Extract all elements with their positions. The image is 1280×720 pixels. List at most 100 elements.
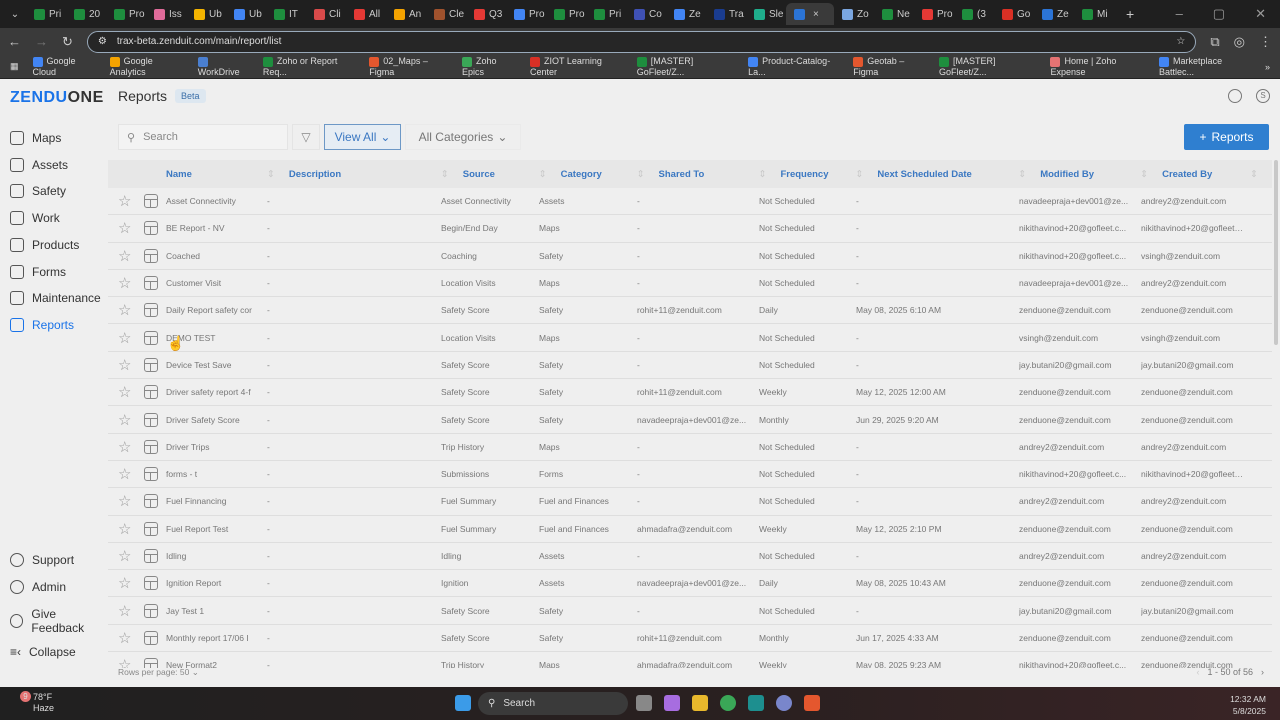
profile-icon[interactable]: ◎: [1234, 34, 1245, 50]
favorite-star-icon[interactable]: ☆: [108, 329, 144, 347]
table-row[interactable]: ☆ forms - t - Submissions Forms - Not Schedule…: [108, 461, 1272, 489]
browser-tab[interactable]: All: [346, 3, 386, 25]
next-page-icon[interactable]: ›: [1261, 667, 1264, 677]
tab-search-button[interactable]: ⌄: [4, 9, 26, 20]
browser-tab[interactable]: Sle: [746, 3, 786, 25]
sort-icon[interactable]: ⇕: [855, 169, 863, 180]
search-input[interactable]: ⚲ Search: [118, 124, 288, 150]
reload-icon[interactable]: ↻: [62, 34, 73, 50]
sidebar-item-maintenance[interactable]: Maintenance: [10, 291, 101, 306]
favorite-star-icon[interactable]: ☆: [108, 219, 144, 237]
collapse-button[interactable]: ≡‹ Collapse: [10, 645, 76, 659]
more-bookmarks-button[interactable]: »: [1265, 62, 1270, 72]
categories-dropdown[interactable]: All Categories ⌄: [405, 124, 521, 150]
cell-name[interactable]: BE Report - NV: [166, 223, 267, 233]
browser-tab[interactable]: Ne: [874, 3, 914, 25]
favorite-star-icon[interactable]: ☆: [108, 247, 144, 265]
bookmark-star-icon[interactable]: ☆: [1176, 36, 1185, 47]
table-row[interactable]: ☆ BE Report - NV - Begin/End Day Maps - Not Sc…: [108, 215, 1272, 243]
avatar[interactable]: S: [1256, 89, 1270, 103]
sort-icon[interactable]: ⇕: [1018, 169, 1026, 180]
table-row[interactable]: ☆ Ignition Report - Ignition Assets navadeepr…: [108, 570, 1272, 598]
bookmark-item[interactable]: Zoho Epics: [462, 56, 516, 77]
add-report-button[interactable]: + Reports: [1184, 124, 1269, 150]
column-header[interactable]: Shared To ⇕: [659, 169, 781, 180]
table-scrollbar[interactable]: [1274, 160, 1278, 345]
column-header[interactable]: Next Scheduled Date ⇕: [877, 169, 1040, 180]
browser-tab[interactable]: Cli: [306, 3, 346, 25]
sidebar-item-admin[interactable]: Admin: [10, 580, 66, 594]
table-row[interactable]: ☆ Fuel Report Test - Fuel Summary Fuel and F…: [108, 516, 1272, 543]
browser-tab[interactable]: Pro: [506, 3, 546, 25]
bookmark-item[interactable]: Home | Zoho Expense: [1050, 56, 1145, 77]
browser-tab[interactable]: Ze: [1034, 3, 1074, 25]
table-row[interactable]: ☆ DEMO TEST - Location Visits Maps - Not Sched…: [108, 324, 1272, 352]
cell-name[interactable]: Monthly report 17/06 I: [166, 633, 267, 643]
favorite-star-icon[interactable]: ☆: [108, 547, 144, 565]
column-header[interactable]: Name ⇕: [166, 169, 289, 180]
filter-button[interactable]: ▽: [292, 124, 320, 150]
sidebar-item-products[interactable]: Products: [10, 237, 79, 252]
url-input[interactable]: ⚙ trax-beta.zenduit.com/main/report/list ☆: [86, 30, 1197, 53]
browser-tab[interactable]: Mi: [1074, 3, 1114, 25]
sort-icon[interactable]: ⇕: [539, 169, 547, 180]
sidebar-item-maps[interactable]: Maps: [10, 131, 61, 145]
sort-icon[interactable]: ⇕: [441, 169, 449, 180]
view-all-dropdown[interactable]: View All ⌄: [324, 124, 401, 150]
sidebar-item-work[interactable]: Work: [10, 211, 60, 226]
favorite-star-icon[interactable]: ☆: [108, 574, 144, 592]
table-row[interactable]: ☆ Driver Trips - Trip History Maps - Not Sched…: [108, 434, 1272, 461]
windows-start-icon[interactable]: [455, 695, 471, 711]
sidebar-item-give-feedback[interactable]: Give Feedback: [10, 607, 108, 635]
close-tab-icon[interactable]: ×: [813, 9, 819, 20]
favorite-star-icon[interactable]: ☆: [108, 438, 144, 456]
favorite-star-icon[interactable]: ☆: [108, 492, 144, 510]
favorite-star-icon[interactable]: ☆: [108, 192, 144, 210]
cell-name[interactable]: Fuel Finnancing: [166, 496, 267, 506]
browser-tab[interactable]: Zo: [834, 3, 874, 25]
sort-icon[interactable]: ⇕: [758, 169, 766, 180]
sidebar-item-support[interactable]: Support: [10, 553, 74, 567]
favorite-star-icon[interactable]: ☆: [108, 629, 144, 647]
weather-widget[interactable]: 78°F Haze: [33, 692, 54, 714]
bookmark-item[interactable]: ZIOT Learning Center: [529, 56, 623, 77]
copilot-icon[interactable]: [664, 695, 680, 711]
zenduone-logo[interactable]: ZENDUONE: [10, 89, 104, 107]
table-row[interactable]: ☆ Monthly report 17/06 I - Safety Score Safe…: [108, 625, 1272, 653]
browser-tab[interactable]: Pro: [546, 3, 586, 25]
browser-tab[interactable]: Pri: [26, 3, 66, 25]
browser-tab[interactable]: Cle: [426, 3, 466, 25]
favorite-star-icon[interactable]: ☆: [108, 602, 144, 620]
sidebar-item-forms[interactable]: Forms: [10, 264, 66, 279]
favorite-star-icon[interactable]: ☆: [108, 301, 144, 319]
apps-icon[interactable]: ▦: [10, 61, 19, 72]
browser-tab[interactable]: Ub: [186, 3, 226, 25]
table-row[interactable]: ☆ Driver Safety Score - Safety Score Safety n…: [108, 406, 1272, 434]
column-header[interactable]: Category ⇕: [561, 169, 659, 180]
sort-icon[interactable]: ⇕: [1250, 169, 1258, 180]
bookmark-item[interactable]: Google Cloud: [32, 56, 96, 77]
task-view-icon[interactable]: [636, 695, 652, 711]
bookmark-item[interactable]: Zoho or Report Req...: [262, 56, 355, 77]
favorite-star-icon[interactable]: ☆: [108, 274, 144, 292]
taskbar-search[interactable]: ⚲ Search: [478, 692, 628, 715]
sidebar-item-reports[interactable]: Reports: [10, 317, 74, 332]
sidebar-item-assets[interactable]: Assets: [10, 157, 68, 172]
extensions-icon[interactable]: ⧉: [1210, 34, 1219, 50]
bookmark-item[interactable]: [MASTER] GoFleet/Z...: [636, 56, 734, 77]
cell-name[interactable]: forms - t: [166, 469, 267, 479]
browser-tab[interactable]: Pro: [914, 3, 954, 25]
column-header[interactable]: Source ⇕: [463, 169, 561, 180]
browser-tab[interactable]: Ze: [666, 3, 706, 25]
column-header[interactable]: Created By ⇕: [1162, 169, 1272, 180]
browser-tab[interactable]: 20: [66, 3, 106, 25]
bookmark-item[interactable]: Product-Catalog-La...: [748, 56, 839, 77]
cell-name[interactable]: Jay Test 1: [166, 606, 267, 616]
cell-name[interactable]: Fuel Report Test: [166, 524, 267, 534]
cell-name[interactable]: Driver Trips: [166, 442, 267, 452]
chrome-icon[interactable]: [720, 695, 736, 711]
system-clock[interactable]: 12:32 AM 5/8/2025: [1230, 693, 1266, 717]
table-row[interactable]: ☆ Jay Test 1- Safety Score Safety - Not Sched…: [108, 597, 1272, 625]
table-row[interactable]: ☆ Coached - Coaching Safety - Not Scheduled - ni…: [108, 243, 1272, 270]
figma-icon[interactable]: [804, 695, 820, 711]
